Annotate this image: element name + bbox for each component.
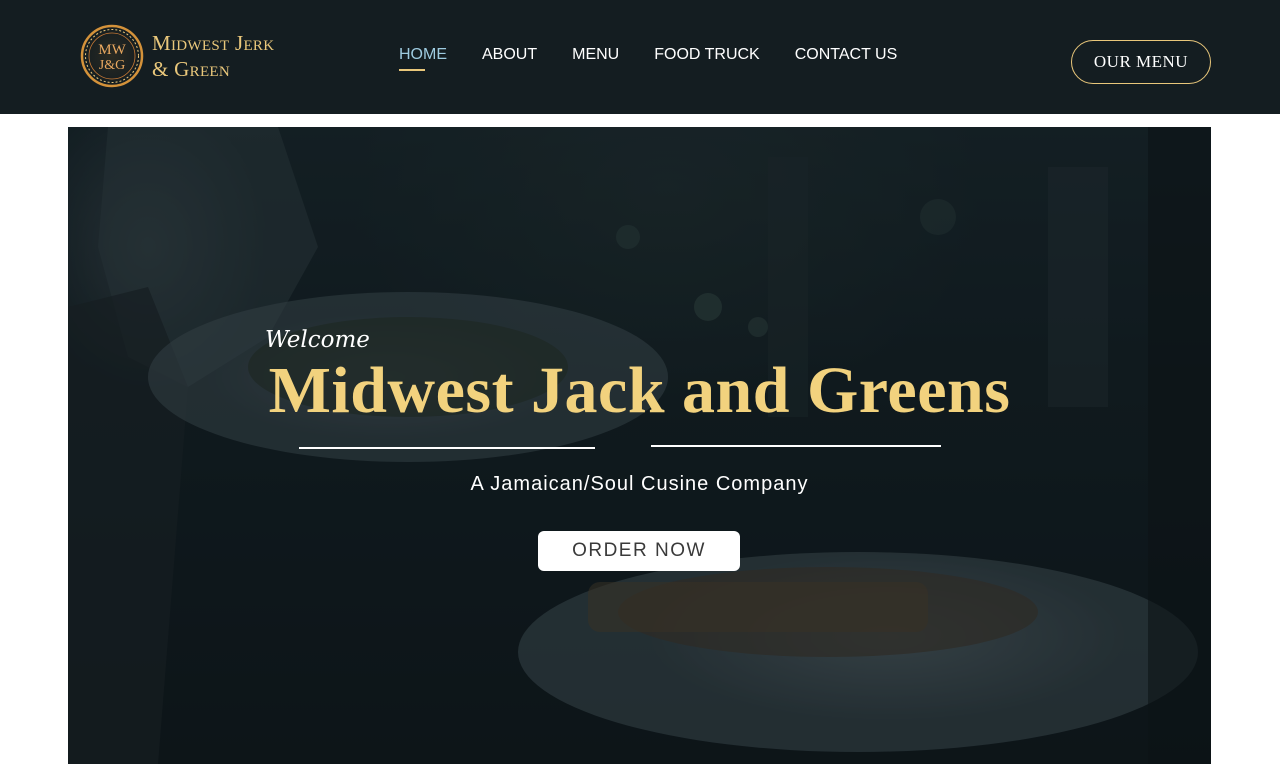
- hero-welcome-text: Welcome: [265, 327, 370, 353]
- hero-overlay: [68, 127, 1211, 764]
- hero-tagline: A Jamaican/Soul Cusine Company: [470, 473, 809, 495]
- site-logo[interactable]: MW J&G Midwest Jerk & Green: [80, 24, 274, 88]
- nav-contact-us[interactable]: CONTACT US: [795, 46, 898, 68]
- nav-about[interactable]: ABOUT: [482, 46, 537, 68]
- nav-food-truck[interactable]: FOOD TRUCK: [654, 46, 759, 68]
- svg-text:MW: MW: [98, 42, 126, 58]
- hero-title: Midwest Jack and Greens: [268, 354, 1011, 427]
- logo-line-1: Midwest Jerk: [152, 31, 275, 55]
- logo-line-2: & Green: [152, 57, 231, 81]
- hero-divider-left: [299, 447, 595, 449]
- logo-wordmark: Midwest Jerk & Green: [152, 30, 274, 82]
- site-header: MW J&G Midwest Jerk & Green HOME ABOUT M…: [0, 0, 1280, 114]
- main-nav: HOME ABOUT MENU FOOD TRUCK CONTACT US: [399, 46, 932, 71]
- nav-home[interactable]: HOME: [399, 46, 447, 71]
- hero-banner: Welcome Midwest Jack and Greens A Jamaic…: [68, 127, 1211, 764]
- hero-divider-right: [651, 445, 941, 447]
- our-menu-button[interactable]: OUR MENU: [1071, 40, 1211, 84]
- nav-menu[interactable]: MENU: [572, 46, 619, 68]
- logo-emblem-icon: MW J&G: [80, 24, 144, 88]
- order-now-button[interactable]: ORDER NOW: [538, 531, 740, 571]
- svg-text:J&G: J&G: [99, 58, 125, 73]
